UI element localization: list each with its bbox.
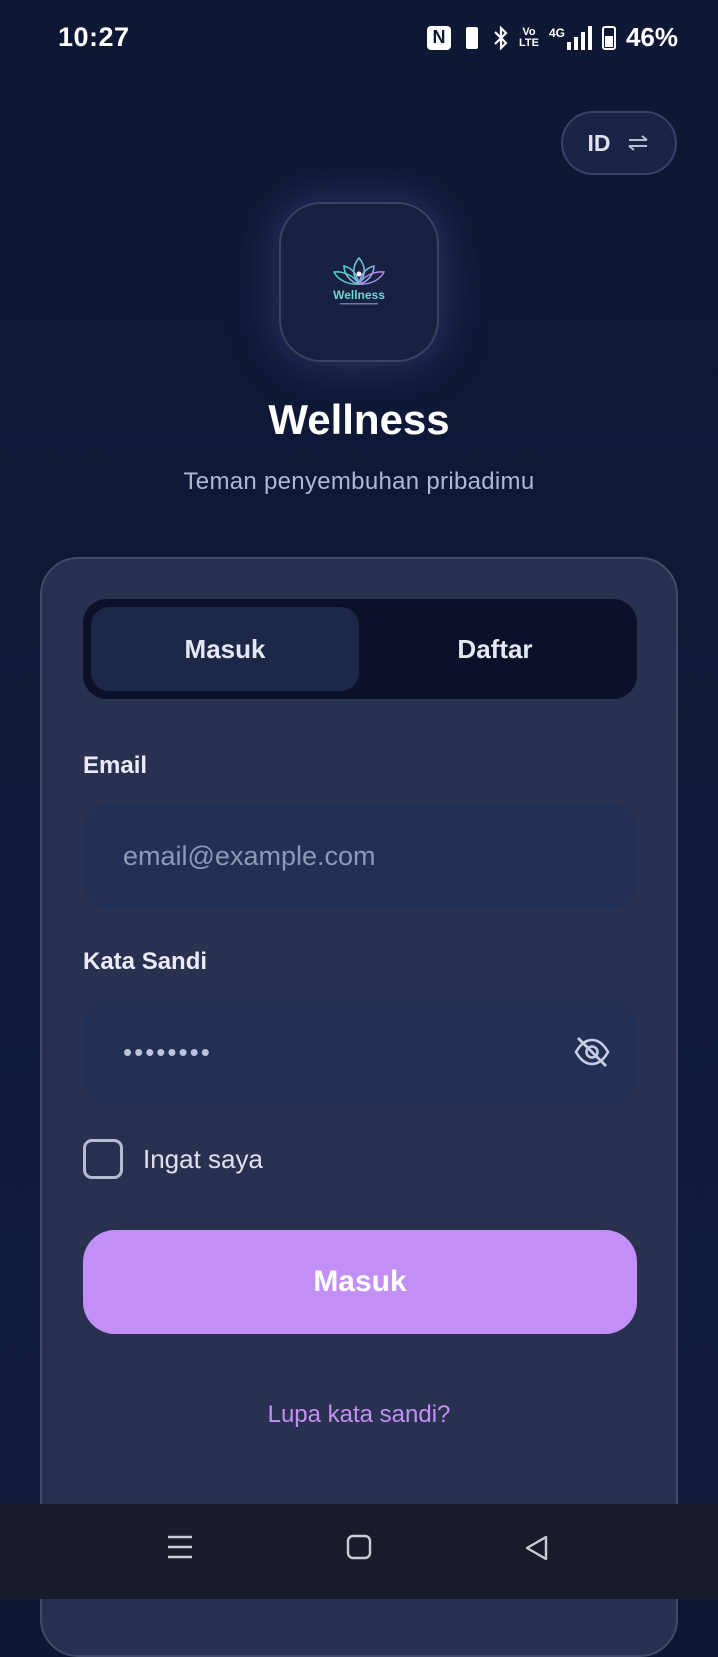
volte-bottom-text: LTE — [518, 36, 539, 49]
password-label: Kata Sandi — [83, 948, 208, 975]
logo-text: Wellness — [333, 288, 385, 302]
auth-card: Masuk Daftar Email email@example.com Kat… — [40, 557, 678, 1657]
battery-icon — [601, 25, 616, 50]
app-title: Wellness — [268, 396, 450, 443]
lotus-logo-icon: Wellness — [332, 256, 385, 305]
back-icon[interactable] — [522, 1534, 550, 1562]
remember-checkbox[interactable] — [83, 1139, 123, 1179]
remember-label: Ingat saya — [143, 1143, 263, 1174]
network-type: 4G — [548, 25, 565, 40]
email-label: Email — [83, 752, 148, 779]
volte-top-text: Vo — [522, 25, 536, 38]
forgot-password-link[interactable]: Lupa kata sandi? — [42, 1401, 676, 1429]
login-button[interactable]: Masuk — [83, 1230, 637, 1334]
language-toggle-button[interactable]: ID — [561, 111, 677, 175]
system-nav-bar — [0, 1504, 718, 1599]
vibrate-icon — [461, 25, 483, 51]
signal-bars-icon — [566, 25, 592, 50]
language-label: ID — [587, 129, 611, 156]
auth-tabs: Masuk Daftar — [83, 599, 637, 699]
battery-percent: 46% — [625, 22, 678, 52]
password-field[interactable]: •••••••• — [83, 999, 637, 1105]
email-field[interactable]: email@example.com — [83, 803, 637, 909]
signal-4g-icon: 4G — [548, 25, 592, 50]
eye-off-icon[interactable] — [573, 1035, 611, 1069]
status-time: 10:27 — [58, 22, 130, 52]
app-subtitle: Teman penyembuhan pribadimu — [183, 468, 535, 495]
password-value: •••••••• — [123, 1036, 212, 1067]
swap-icon — [627, 135, 648, 151]
nfc-icon: N — [426, 25, 451, 50]
app-logo: Wellness — [279, 202, 439, 362]
remember-me-row[interactable]: Ingat saya — [83, 1139, 263, 1179]
volte-icon: Vo LTE — [518, 25, 539, 49]
status-icons: N Vo LTE 4G 46% — [426, 22, 678, 53]
home-icon[interactable] — [346, 1534, 372, 1560]
tab-login[interactable]: Masuk — [91, 607, 359, 691]
email-placeholder: email@example.com — [123, 840, 376, 871]
tab-register[interactable]: Daftar — [361, 607, 629, 691]
status-bar: 10:27 N Vo LTE 4G 46% — [0, 0, 718, 80]
menu-icon[interactable] — [166, 1534, 194, 1560]
bluetooth-icon — [494, 25, 508, 50]
